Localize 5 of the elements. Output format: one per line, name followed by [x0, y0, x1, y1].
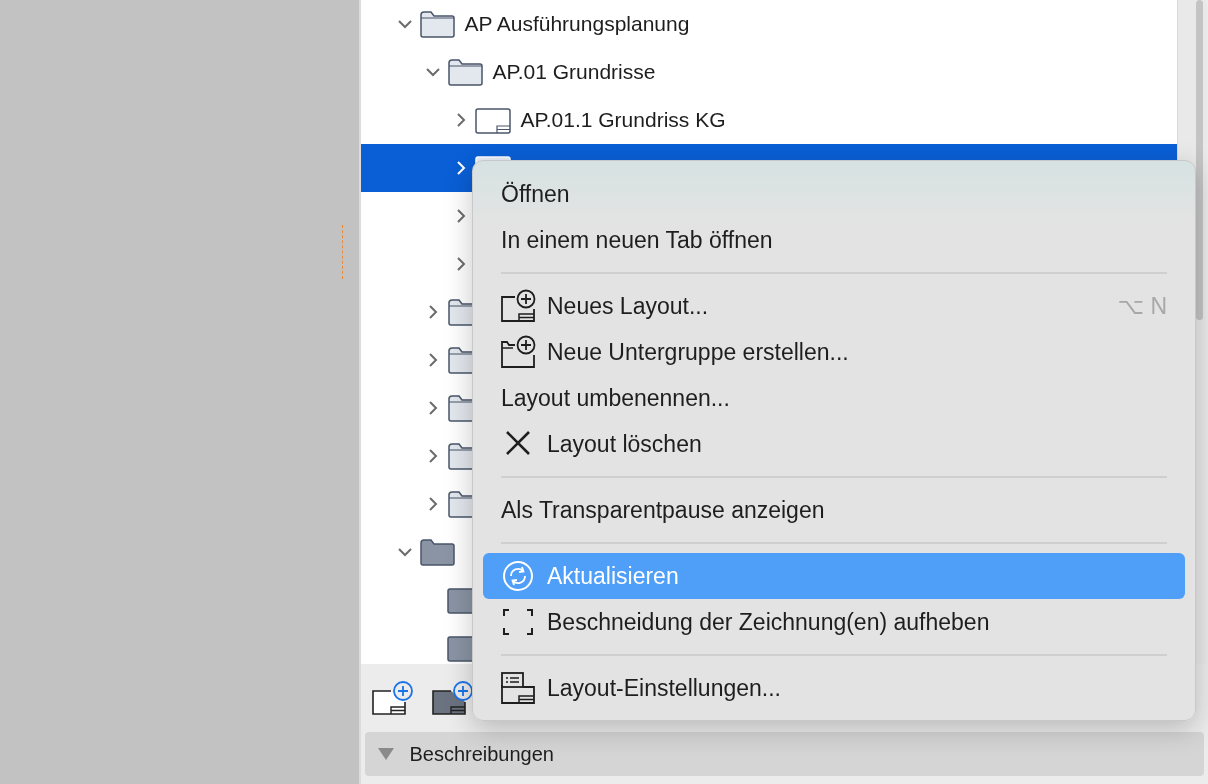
section-title: Beschreibungen	[409, 742, 554, 766]
tree-item-label: AP Ausführungsplanung	[464, 12, 690, 36]
tree-item-label: AP.01 Grundrisse	[492, 60, 656, 84]
tree-item-label: AP.01.1 Grundriss KG	[520, 108, 726, 132]
shortcut-label: ⌥ N	[1117, 292, 1167, 320]
